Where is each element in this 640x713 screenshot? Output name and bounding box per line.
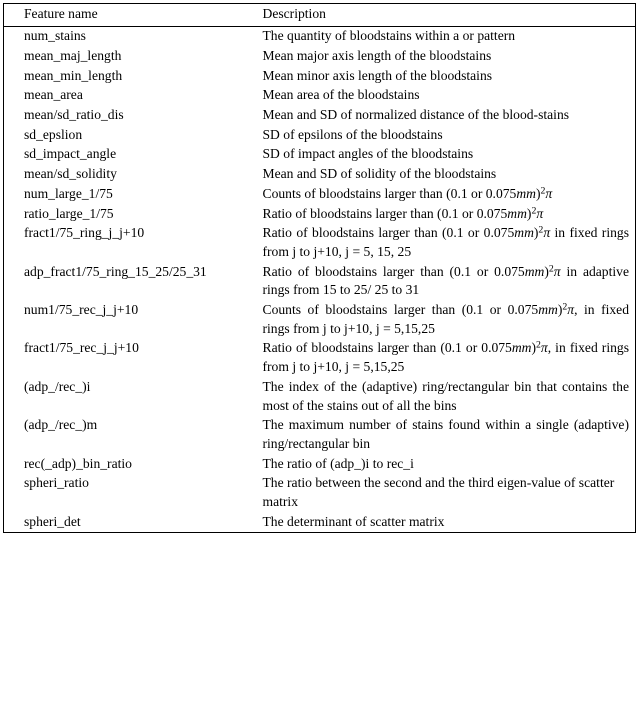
description-text: The ratio between the second and the thi… (262, 475, 615, 510)
description-cell: Mean minor axis length of the bloodstain… (263, 66, 636, 86)
feature-name-cell: mean/sd_ratio_dis (24, 107, 124, 123)
description-cell: Mean area of the bloodstains (263, 86, 636, 106)
feature-name-cell: num_large_1/75 (24, 185, 113, 201)
description-text: The quantity of bloodstains within a or … (262, 28, 516, 44)
table-row: num_large_1/75 Counts of bloodstains larg… (4, 184, 636, 204)
column-header-feature-name: Feature name (24, 6, 98, 21)
description-cell: SD of epsilons of the bloodstains (263, 125, 636, 145)
table-row: sd_impact_angle SD of impact angles of th… (4, 145, 636, 165)
feature-name-cell: mean_min_length (24, 67, 123, 83)
feature-name-cell: spheri_ratio (24, 475, 89, 491)
feature-name-cell: num1/75_rec_j_j+10 (24, 302, 139, 318)
description-text: Mean minor axis length of the bloodstain… (262, 67, 493, 83)
description-cell: Counts of bloodstains larger than (0.1 o… (263, 184, 636, 204)
feature-name-cell: mean/sd_solidity (24, 166, 117, 182)
description-cell: Mean and SD of solidity of the bloodstai… (263, 165, 636, 185)
feature-name-cell: (adp_/rec_)m (24, 417, 98, 433)
feature-name-cell: sd_epslion (24, 126, 83, 142)
description-text: The index of the (adaptive) ring/rectang… (262, 378, 630, 413)
table-header-row: Feature name Description (3, 4, 636, 27)
feature-name-cell: spheri_det (24, 513, 81, 529)
description-text: The maximum number of stains found withi… (262, 417, 630, 451)
feature-description-table: Feature name Description num_stains The q… (3, 3, 636, 533)
description-cell: The maximum number of stains found withi… (263, 416, 636, 454)
table-row: sd_epslion SD of epsilons of the bloodsta… (4, 125, 636, 145)
table-row: mean_min_length Mean minor axis length of… (4, 66, 636, 86)
description-cell: Ratio of bloodstains larger than (0.1 or… (263, 224, 636, 262)
description-text: Ratio of bloodstains larger than (0.1 or… (262, 340, 629, 375)
description-cell: The ratio of (adp_)i to rec_i (263, 454, 636, 474)
column-header-description: Description (262, 6, 326, 21)
feature-name-cell: sd_impact_angle (24, 146, 117, 162)
description-text: SD of impact angles of the bloodstains (262, 146, 474, 162)
table-row: rec(_adp)_bin_ratio The ratio of (adp_)i … (4, 454, 636, 474)
description-text: Mean and SD of solidity of the bloodstai… (262, 166, 497, 182)
description-text: Counts of bloodstains larger than (0.1 o… (262, 301, 630, 336)
table-row: mean_area Mean area of the bloodstains (4, 86, 636, 106)
table-row: (adp_/rec_)m The maximum number of stains… (4, 416, 636, 454)
description-cell: Counts of bloodstains larger than (0.1 o… (263, 301, 636, 339)
feature-name-cell: fract1/75_ring_j_j+10 (24, 225, 145, 241)
description-text: Mean and SD of normalized distance of th… (262, 107, 570, 123)
table-row: mean_maj_length Mean major axis length of… (4, 46, 636, 66)
description-cell: The determinant of scatter matrix (263, 512, 636, 532)
description-cell: The index of the (adaptive) ring/rectang… (263, 377, 636, 415)
description-text: Mean area of the bloodstains (262, 87, 420, 103)
description-text: Ratio of bloodstains larger than (0.1 or… (262, 263, 630, 298)
description-cell: Mean major axis length of the bloodstain… (263, 46, 636, 66)
description-text: The determinant of scatter matrix (262, 513, 445, 529)
description-cell: Mean and SD of normalized distance of th… (263, 106, 636, 126)
feature-name-cell: mean_maj_length (24, 47, 122, 63)
description-text: Mean major axis length of the bloodstain… (262, 47, 492, 63)
table-header: Feature name Description (3, 4, 636, 27)
description-cell: Ratio of bloodstains larger than (0.1 or… (263, 262, 636, 300)
description-text: Ratio of bloodstains larger than (0.1 or… (262, 224, 630, 259)
feature-description-table-container: Feature name Description num_stains The q… (3, 3, 636, 533)
description-cell: The quantity of bloodstains within a or … (263, 26, 636, 46)
feature-name-cell: fract1/75_rec_j_j+10 (24, 340, 139, 356)
feature-name-cell: mean_area (24, 87, 83, 103)
table-row: adp_fract1/75_ring_15_25/25_31 Ratio of b… (4, 262, 636, 300)
description-cell: Ratio of bloodstains larger than (0.1 or… (263, 204, 636, 224)
table-row: ratio_large_1/75 Ratio of bloodstains lar… (4, 204, 636, 224)
description-cell: The ratio between the second and the thi… (263, 474, 636, 512)
table-row: fract1/75_ring_j_j+10 Ratio of bloodstain… (4, 224, 636, 262)
table-row: spheri_det The determinant of scatter mat… (4, 512, 636, 532)
description-text: SD of epsilons of the bloodstains (262, 126, 443, 142)
feature-name-cell: adp_fract1/75_ring_15_25/25_31 (24, 263, 207, 279)
table-row: mean/sd_ratio_dis Mean and SD of normaliz… (4, 106, 636, 126)
table-row: mean/sd_solidity Mean and SD of solidity … (4, 165, 636, 185)
feature-name-cell: num_stains (24, 28, 86, 44)
description-text: Counts of bloodstains larger than (0.1 o… (262, 185, 553, 201)
description-cell: SD of impact angles of the bloodstains (263, 145, 636, 165)
table-body: num_stains The quantity of bloodstains wi… (4, 26, 636, 532)
table-row: spheri_ratio The ratio between the second… (4, 474, 636, 512)
description-text: Ratio of bloodstains larger than (0.1 or… (262, 205, 544, 221)
feature-name-cell: rec(_adp)_bin_ratio (24, 455, 132, 471)
description-text: The ratio of (adp_)i to rec_i (262, 455, 414, 471)
table-row: num1/75_rec_j_j+10 Counts of bloodstains … (4, 301, 636, 339)
feature-name-cell: ratio_large_1/75 (24, 205, 114, 221)
table-row: num_stains The quantity of bloodstains wi… (4, 26, 636, 46)
feature-name-cell: (adp_/rec_)i (24, 378, 91, 394)
table-row: (adp_/rec_)i The index of the (adaptive) … (4, 377, 636, 415)
description-cell: Ratio of bloodstains larger than (0.1 or… (263, 339, 636, 377)
table-row: fract1/75_rec_j_j+10 Ratio of bloodstains… (4, 339, 636, 377)
